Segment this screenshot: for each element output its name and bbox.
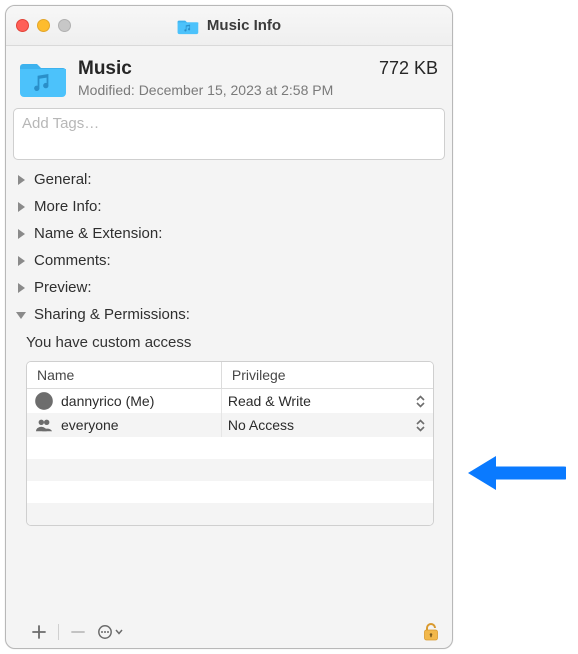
permissions-header: Name Privilege <box>27 362 433 389</box>
sharing-body: You have custom access Name Privilege <box>6 334 452 526</box>
item-size: 772 KB <box>379 58 438 79</box>
user-name: everyone <box>61 417 119 433</box>
tags-placeholder: Add Tags… <box>22 115 99 132</box>
tags-input[interactable]: Add Tags… <box>13 108 445 160</box>
item-modified: Modified: December 15, 2023 at 2:58 PM <box>78 82 438 98</box>
folder-icon <box>20 58 66 98</box>
remove-button <box>69 623 87 641</box>
column-privilege[interactable]: Privilege <box>222 362 433 388</box>
privilege-value: Read & Write <box>228 393 311 409</box>
add-button[interactable] <box>30 623 48 641</box>
window-title: Music Info <box>207 17 281 34</box>
disclosure-icon <box>16 202 26 212</box>
disclosure-icon <box>16 256 26 266</box>
section-general[interactable]: General: <box>6 166 452 193</box>
permissions-table: Name Privilege dannyrico (Me) <box>26 361 434 526</box>
info-window: Music Info Music 772 KB Modified: Decemb… <box>5 5 453 649</box>
section-more-info[interactable]: More Info: <box>6 193 452 220</box>
table-row[interactable]: dannyrico (Me) Read & Write <box>27 389 433 413</box>
callout-arrow <box>466 452 566 494</box>
action-menu-button[interactable] <box>97 623 123 641</box>
window-controls <box>16 19 71 32</box>
section-label: Preview: <box>34 279 92 296</box>
section-label: General: <box>34 171 92 188</box>
sections: General: More Info: Name & Extension: Co… <box>6 166 452 526</box>
minimize-button[interactable] <box>37 19 50 32</box>
stepper-icon <box>416 419 425 432</box>
bottom-toolbar <box>6 616 452 648</box>
group-icon <box>35 416 53 434</box>
user-icon <box>35 392 53 410</box>
access-text: You have custom access <box>26 334 440 351</box>
section-preview[interactable]: Preview: <box>6 274 452 301</box>
section-comments[interactable]: Comments: <box>6 247 452 274</box>
lock-button[interactable] <box>422 623 440 641</box>
disclosure-icon <box>16 229 26 239</box>
section-sharing-permissions[interactable]: Sharing & Permissions: <box>6 301 452 328</box>
privilege-select[interactable]: No Access <box>222 414 433 436</box>
folder-icon <box>177 17 199 35</box>
privilege-select[interactable]: Read & Write <box>222 390 433 412</box>
chevron-down-icon <box>115 629 123 635</box>
table-row <box>27 481 433 503</box>
section-name-extension[interactable]: Name & Extension: <box>6 220 452 247</box>
user-name: dannyrico (Me) <box>61 393 154 409</box>
section-label: Comments: <box>34 252 111 269</box>
info-header: Music 772 KB Modified: December 15, 2023… <box>6 46 452 106</box>
section-label: Sharing & Permissions: <box>34 306 190 323</box>
zoom-button <box>58 19 71 32</box>
disclosure-icon <box>16 283 26 293</box>
close-button[interactable] <box>16 19 29 32</box>
table-row <box>27 459 433 481</box>
privilege-value: No Access <box>228 417 294 433</box>
table-row <box>27 503 433 525</box>
table-row <box>27 437 433 459</box>
stepper-icon <box>416 395 425 408</box>
separator <box>58 624 59 640</box>
table-row[interactable]: everyone No Access <box>27 413 433 437</box>
column-name[interactable]: Name <box>27 362 222 388</box>
item-name: Music <box>78 58 132 80</box>
disclosure-icon <box>16 175 26 185</box>
disclosure-icon <box>16 310 26 320</box>
section-label: Name & Extension: <box>34 225 162 242</box>
titlebar: Music Info <box>6 6 452 46</box>
section-label: More Info: <box>34 198 102 215</box>
